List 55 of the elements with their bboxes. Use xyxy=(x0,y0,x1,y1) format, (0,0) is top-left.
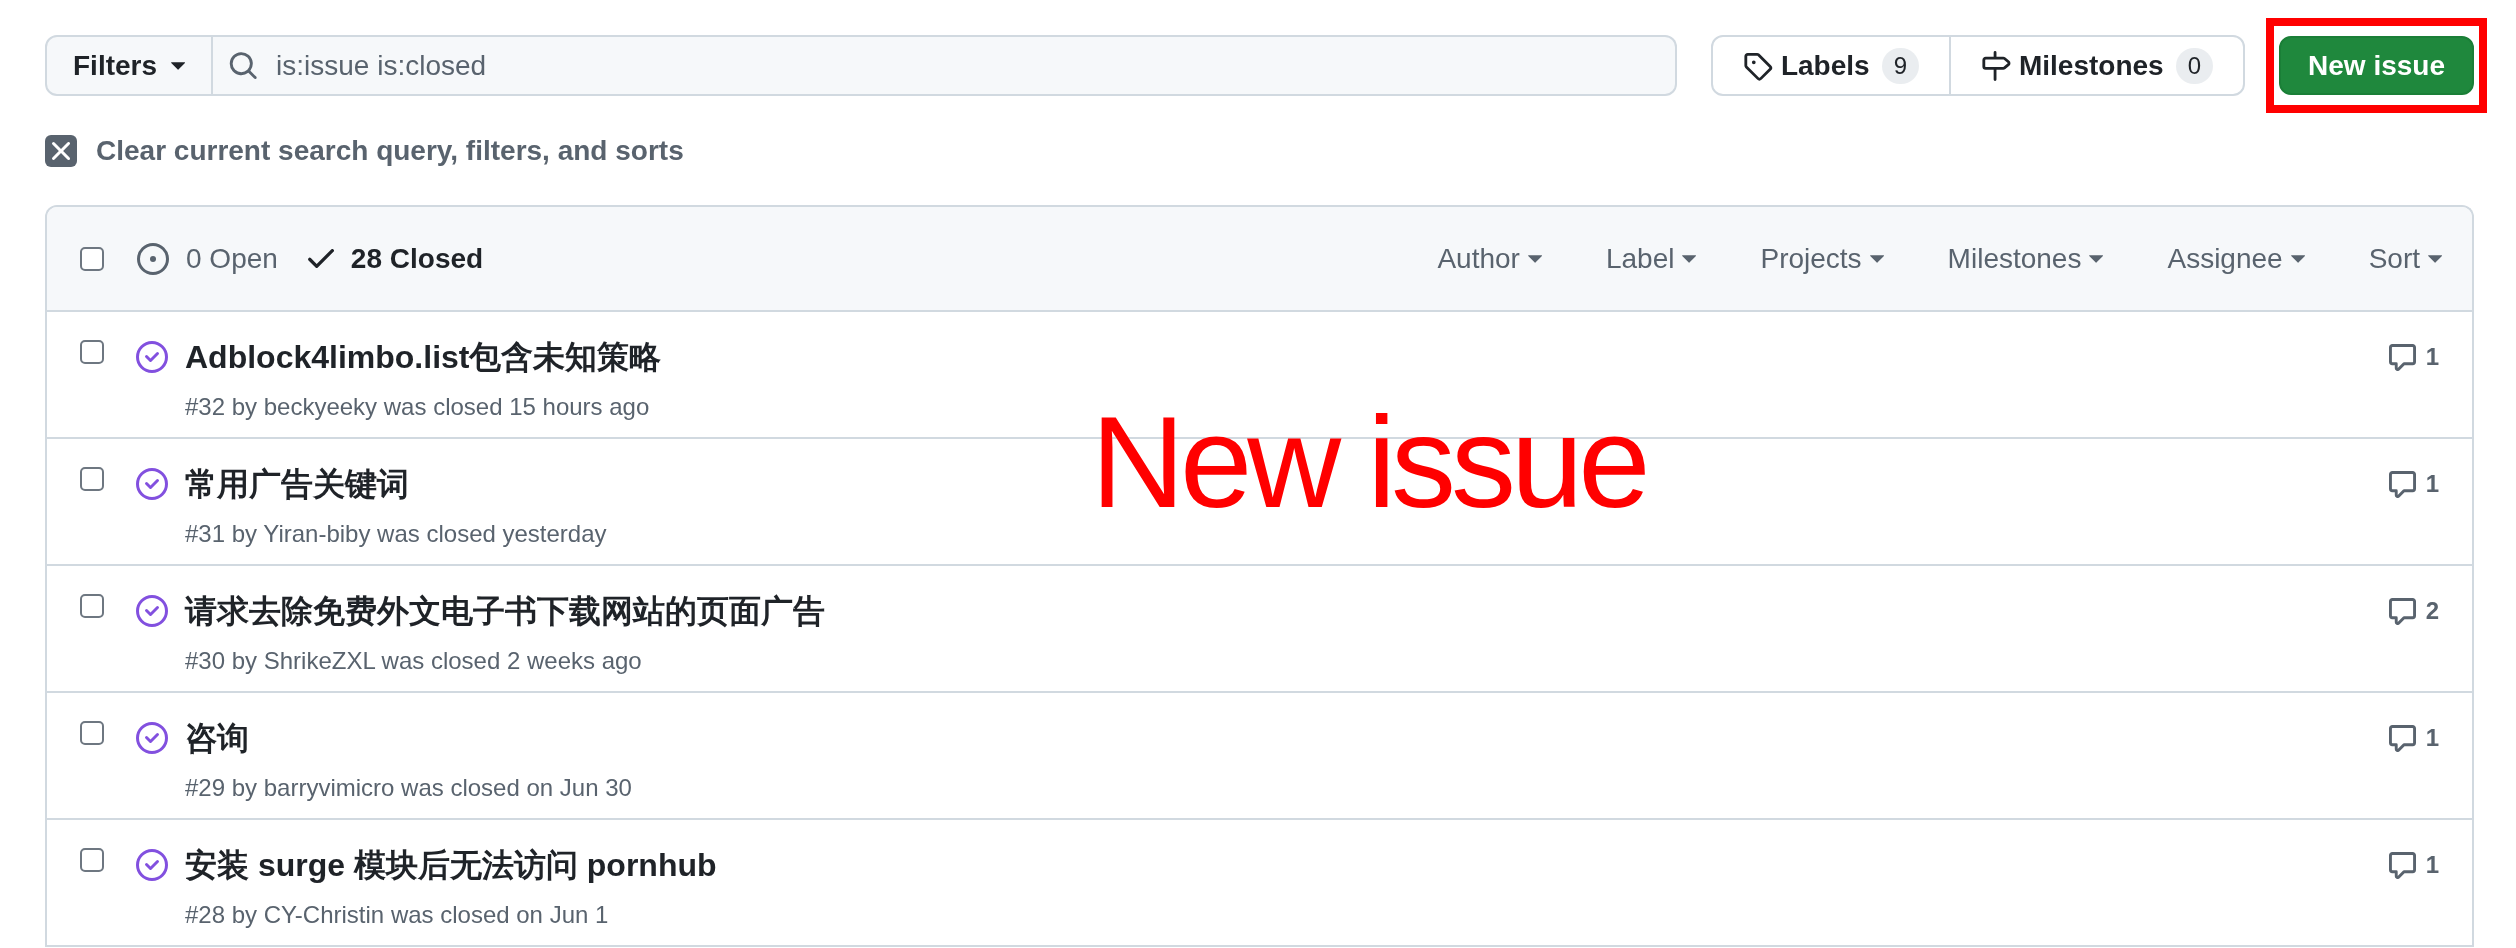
check-icon xyxy=(307,249,334,268)
checkbox[interactable] xyxy=(80,848,104,872)
checkbox[interactable] xyxy=(80,340,104,364)
filter-dropdown[interactable]: Sort xyxy=(2368,237,2442,280)
issue-meta-text: #29 by barryvimicro was closed on Jun 30 xyxy=(185,773,632,803)
filter-dropdown[interactable]: Assignee xyxy=(2167,237,2305,280)
search-icon xyxy=(229,51,258,80)
issue-meta-text: #32 by beckyeeky was closed 15 hours ago xyxy=(185,392,650,422)
signpost-icon xyxy=(1981,50,2011,81)
checkbox[interactable] xyxy=(80,467,104,491)
comments-link[interactable]: 1 xyxy=(2388,343,2439,371)
caret-icon xyxy=(2089,254,2104,263)
labels-button[interactable]: Labels 9 xyxy=(1712,37,1949,94)
clear-filters-link[interactable]: Clear current search query, filters, and sorts xyxy=(96,130,684,172)
checkbox[interactable] xyxy=(80,594,104,618)
search-field[interactable]: is:issue is:closed xyxy=(213,35,1677,96)
issue-title-link[interactable]: 常用广告关键词 xyxy=(185,464,409,504)
filter-dropdown[interactable]: Projects xyxy=(1760,237,1884,280)
comments-link[interactable]: 2 xyxy=(2388,597,2439,625)
caret-icon xyxy=(2428,254,2442,263)
comments-link[interactable]: 1 xyxy=(2388,470,2439,498)
filter-dropdown[interactable]: Author xyxy=(1437,237,1542,280)
milestones-button[interactable]: Milestones 0 xyxy=(1949,37,2244,94)
issue-title-link[interactable]: Adblock4limbo.list包含未知策略 xyxy=(185,337,662,377)
checkbox[interactable] xyxy=(80,721,104,745)
checkbox[interactable] xyxy=(80,246,104,271)
comments-link[interactable]: 1 xyxy=(2388,851,2439,879)
counter: 9 xyxy=(1881,47,1919,84)
issue-title-link[interactable]: 安装 surge 模块后无法访问 pornhub xyxy=(185,845,717,885)
filters-button[interactable]: Filters xyxy=(45,35,214,96)
close-icon[interactable] xyxy=(45,135,77,167)
speech-bubble-icon xyxy=(2388,470,2416,498)
caret-icon xyxy=(1682,254,1697,263)
caret-icon xyxy=(171,61,186,70)
speech-bubble-icon xyxy=(2388,343,2416,371)
counter: 0 xyxy=(2175,47,2214,84)
tag-icon xyxy=(1742,50,1773,81)
issue-meta-text: #28 by CY-Christin was closed on Jun 1 xyxy=(185,900,609,930)
caret-icon xyxy=(1527,254,1542,263)
issue-title-link[interactable]: 咨询 xyxy=(185,718,249,758)
speech-bubble-icon xyxy=(2388,597,2416,625)
annotation-label: New issue xyxy=(1091,397,1646,527)
status-tab[interactable]: 0 Open xyxy=(137,237,278,280)
caret-icon xyxy=(1869,254,1884,263)
issue-meta-text: #31 by Yiran-biby was closed yesterday xyxy=(185,519,607,549)
new-issue-button[interactable]: New issue xyxy=(2279,36,2474,95)
caret-icon xyxy=(2290,254,2305,263)
filter-dropdown[interactable]: Milestones xyxy=(1947,237,2104,280)
status-tab[interactable]: 28 Closed xyxy=(307,237,484,280)
issue-meta-text: #30 by ShrikeZXL was closed 2 weeks ago xyxy=(185,646,642,676)
issue-title-link[interactable]: 请求去除免费外文电子书下载网站的页面广告 xyxy=(185,591,825,631)
speech-bubble-icon xyxy=(2388,851,2416,879)
filter-dropdown[interactable]: Label xyxy=(1605,237,1697,280)
comments-link[interactable]: 1 xyxy=(2388,724,2439,752)
speech-bubble-icon xyxy=(2388,724,2416,752)
